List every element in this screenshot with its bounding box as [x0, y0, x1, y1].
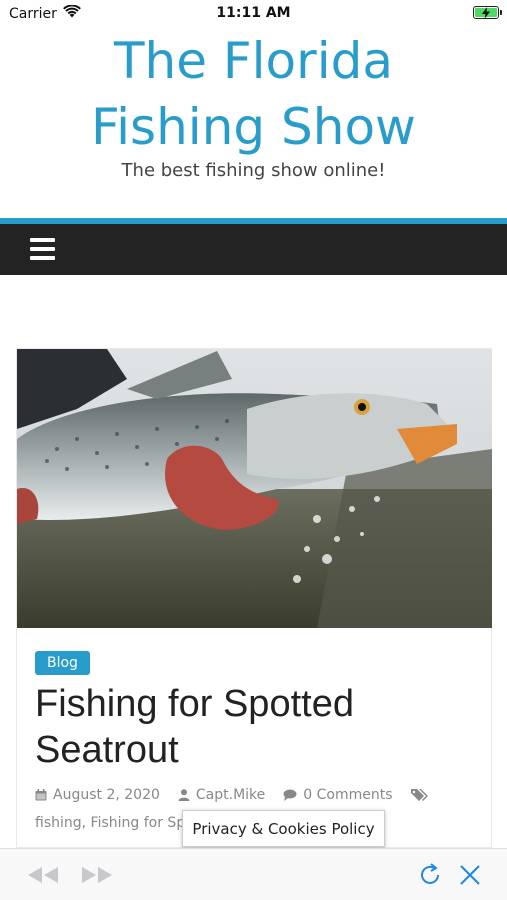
post-body: Blog Fishing for Spotted Seatrout August… [17, 628, 492, 831]
post-title-line-2[interactable]: Seatrout [35, 727, 474, 773]
tags-icon [410, 789, 428, 801]
post-comments-text[interactable]: 0 Comments [303, 787, 392, 803]
post-author[interactable]: Capt.Mike [178, 787, 265, 803]
status-time: 11:11 AM [216, 5, 291, 21]
post-tags-icon-wrap [410, 788, 435, 802]
post-card: Blog Fishing for Spotted Seatrout August… [16, 348, 492, 848]
post-title-line-1[interactable]: Fishing for Spotted [35, 681, 474, 727]
main-nav [0, 224, 507, 275]
status-bar: Carrier 11:11 AM [0, 0, 507, 28]
user-icon [178, 789, 190, 801]
site-tagline: The best fishing show online! [121, 160, 386, 181]
comment-icon [283, 789, 297, 801]
calendar-icon [35, 789, 47, 801]
close-icon[interactable] [456, 861, 484, 889]
browser-toolbar [0, 848, 507, 900]
rewind-icon[interactable] [24, 861, 62, 889]
post-author-text[interactable]: Capt.Mike [196, 787, 265, 803]
hamburger-menu-icon[interactable] [30, 238, 55, 260]
site-title-line-2[interactable]: Fishing Show [0, 94, 507, 160]
site-header: The Florida Fishing Show The best fishin… [0, 28, 507, 181]
post-meta: August 2, 2020 Capt.Mike 0 Comments [35, 787, 474, 803]
site-title[interactable]: The Florida Fishing Show [0, 28, 507, 160]
post-date[interactable]: August 2, 2020 [35, 787, 160, 803]
battery-icon [473, 6, 502, 19]
post-featured-image[interactable] [17, 349, 492, 628]
post-title[interactable]: Fishing for Spotted Seatrout [35, 681, 474, 773]
category-badge[interactable]: Blog [35, 651, 90, 675]
post-date-text[interactable]: August 2, 2020 [53, 787, 160, 803]
reload-icon[interactable] [416, 861, 444, 889]
post-comments[interactable]: 0 Comments [283, 787, 393, 803]
fast-forward-icon[interactable] [78, 861, 116, 889]
privacy-cookies-button[interactable]: Privacy & Cookies Policy [182, 810, 385, 847]
site-title-line-1[interactable]: The Florida [0, 28, 507, 94]
